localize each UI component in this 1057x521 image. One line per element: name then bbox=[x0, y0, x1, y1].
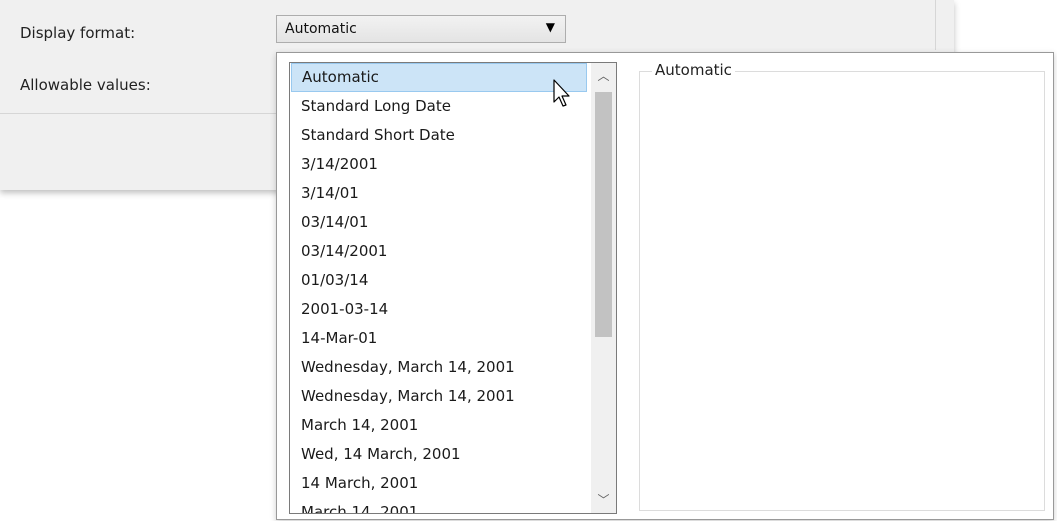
format-option[interactable]: 01/03/14 bbox=[291, 266, 587, 295]
display-format-dropdown: Automatic Standard Long Date Standard Shor… bbox=[276, 52, 1054, 520]
format-option[interactable]: 3/14/01 bbox=[291, 179, 587, 208]
vertical-scrollbar[interactable]: ︿ ﹀ bbox=[591, 63, 616, 513]
format-option[interactable]: Automatic bbox=[291, 63, 587, 92]
format-option[interactable]: Standard Short Date bbox=[291, 121, 587, 150]
scroll-down-icon[interactable]: ﹀ bbox=[591, 487, 616, 513]
allowable-values-label: Allowable values: bbox=[20, 76, 151, 94]
format-listbox[interactable]: Automatic Standard Long Date Standard Shor… bbox=[289, 62, 617, 514]
format-option[interactable]: March 14, 2001 bbox=[291, 498, 587, 513]
format-preview-group: Automatic bbox=[639, 61, 1045, 511]
format-option[interactable]: 2001-03-14 bbox=[291, 295, 587, 324]
preview-title: Automatic bbox=[652, 61, 735, 79]
combo-value: Automatic bbox=[285, 21, 357, 37]
format-option[interactable]: 14 March, 2001 bbox=[291, 469, 587, 498]
format-option[interactable]: 03/14/01 bbox=[291, 208, 587, 237]
format-option[interactable]: Wednesday, March 14, 2001 bbox=[291, 353, 587, 382]
scrollbar-thumb[interactable] bbox=[595, 92, 612, 337]
format-option[interactable]: March 14, 2001 bbox=[291, 411, 587, 440]
divider-vertical bbox=[935, 0, 936, 50]
format-option[interactable]: 14-Mar-01 bbox=[291, 324, 587, 353]
display-format-combo[interactable]: Automatic ▼ bbox=[276, 15, 566, 43]
format-option[interactable]: Wed, 14 March, 2001 bbox=[291, 440, 587, 469]
format-option[interactable]: Standard Long Date bbox=[291, 92, 587, 121]
scroll-up-icon[interactable]: ︿ bbox=[591, 63, 616, 89]
format-option[interactable]: 3/14/2001 bbox=[291, 150, 587, 179]
format-option[interactable]: 03/14/2001 bbox=[291, 237, 587, 266]
format-option[interactable]: Wednesday, March 14, 2001 bbox=[291, 382, 587, 411]
mouse-pointer-icon bbox=[553, 79, 570, 107]
dropdown-arrow-icon[interactable]: ▼ bbox=[546, 20, 555, 34]
display-format-label: Display format: bbox=[20, 24, 136, 42]
format-list: Automatic Standard Long Date Standard Shor… bbox=[291, 63, 587, 513]
